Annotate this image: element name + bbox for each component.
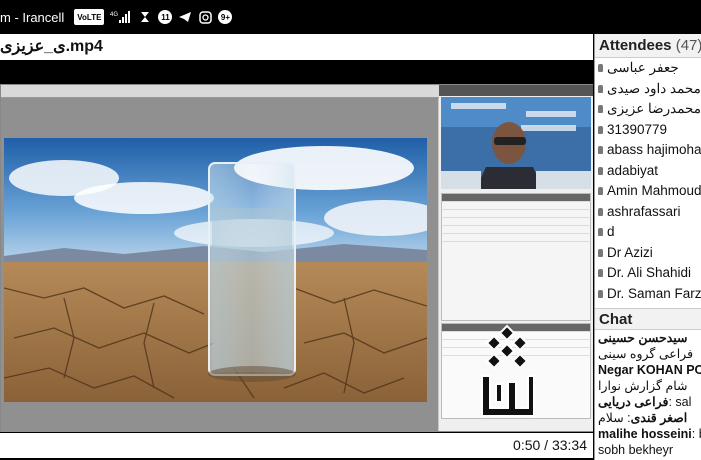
person-icon: [598, 146, 603, 155]
attendee-item[interactable]: محمد داود صیدی: [595, 79, 701, 100]
mini-attendee-pod: [441, 193, 591, 321]
person-icon: [598, 125, 603, 134]
chat-sender: فراعی دریایی: [598, 395, 669, 409]
chat-message: فراعی دریایی: sal: [595, 394, 701, 410]
person-icon: [598, 269, 603, 278]
chat-text: : sal: [668, 395, 692, 409]
screen: m - Irancell VoLTE 4G 11 9+ ی_عزیزی.mp4: [0, 0, 701, 460]
chat-text: : b: [691, 427, 701, 441]
chat-message: malihe hosseini: b: [595, 426, 701, 442]
chat-message: فراعی گروه سینی: [595, 346, 701, 362]
network-type-label: 4G: [110, 12, 118, 18]
notification-icon: 9+: [218, 10, 233, 24]
chat-sender: malihe hosseini: [598, 427, 692, 441]
person-icon: [598, 228, 603, 237]
mini-list-row: [442, 234, 590, 242]
attendees-header[interactable]: Attendees (47): [595, 34, 701, 58]
person-icon: [598, 64, 603, 73]
volte-icon: VoLTE: [74, 9, 105, 25]
attendees-label: Attendees: [599, 37, 672, 54]
attendee-item[interactable]: Amin Mahmoud: [595, 181, 701, 202]
mini-list-header: [442, 194, 590, 202]
share-pod: [1, 98, 438, 432]
attendee-item[interactable]: Dr Azizi: [595, 243, 701, 264]
chat-sender: سیدحسن حسینی: [598, 331, 688, 345]
attendee-name: d: [607, 224, 615, 239]
toolbar-band: [0, 60, 593, 84]
chat-message: شام گزارش نوارا: [595, 378, 701, 394]
chat-list: سیدحسن حسینی فراعی گروه سینی Negar KOHAN P…: [595, 330, 701, 460]
person-icon: [598, 207, 603, 216]
person-icon: [598, 187, 603, 196]
attendee-name: 31390779: [607, 121, 668, 137]
person-icon: [598, 105, 603, 114]
attendee-name: محمد داود صیدی: [607, 80, 701, 96]
university-logo: [478, 324, 536, 422]
status-bar: m - Irancell VoLTE 4G 11 9+: [0, 0, 701, 34]
chat-message: سیدحسن حسینی: [595, 330, 701, 346]
circle-11-icon: 11: [158, 10, 173, 24]
instagram-icon: [198, 9, 212, 25]
chat-message: اصغر قندی: سلام: [595, 410, 701, 426]
chat-header[interactable]: Chat: [595, 308, 701, 330]
attendee-name: Dr. Saman Farz: [607, 285, 701, 301]
attendee-item[interactable]: جعفر عباسی: [595, 58, 701, 79]
chat-message: sobh bekheyr: [595, 442, 701, 458]
person-icon: [598, 166, 603, 175]
attendee-item[interactable]: Dr. Saman Farz: [595, 284, 701, 305]
attendee-item[interactable]: محمدرضا عزیزی: [595, 99, 701, 120]
chat-text: sobh bekheyr: [598, 443, 674, 457]
video-title: ی_عزیزی.mp4: [0, 34, 593, 60]
slide-image: [4, 138, 427, 402]
chat-sender: اصغر قندی: [630, 411, 688, 425]
attendee-item[interactable]: 31390779: [595, 120, 701, 141]
mini-list-row: [442, 202, 590, 210]
person-icon: [598, 248, 603, 257]
mini-list-row: [442, 218, 590, 226]
attendee-item[interactable]: d: [595, 222, 701, 243]
time-separator: /: [540, 437, 552, 453]
x-icon: [138, 9, 152, 25]
attendee-name: Dr Azizi: [607, 244, 653, 260]
chat-text: : سلام: [598, 411, 631, 425]
presenter-video: [441, 97, 591, 189]
signal-icon: 4G: [110, 9, 132, 25]
person-icon: [598, 289, 603, 298]
person-icon: [598, 84, 603, 93]
chat-text: شام گزارش نوارا: [598, 379, 688, 393]
chat-message: Negar KOHAN PO: [595, 362, 701, 378]
mini-list-row: [442, 210, 590, 218]
attendee-name: ashrafassari: [607, 203, 681, 219]
attendee-item[interactable]: Dr. Ali Shahidi: [595, 263, 701, 284]
attendees-count: (47): [675, 37, 701, 54]
chat-sender: Negar KOHAN PO: [598, 363, 701, 377]
attendee-name: جعفر عباسی: [607, 60, 679, 75]
attendee-name: محمدرضا عزیزی: [607, 101, 701, 116]
chat-text: فراعی گروه سینی: [598, 347, 694, 361]
attendee-name: adabiyat: [607, 162, 659, 178]
carrier-label: m - Irancell: [0, 9, 65, 25]
attendee-item[interactable]: ashrafassari: [595, 202, 701, 223]
attendee-item[interactable]: adabiyat: [595, 161, 701, 182]
playback-bar[interactable]: 0:50 / 33:34: [0, 432, 593, 458]
current-time: 0:50: [513, 437, 541, 453]
right-panel: Attendees (47) جعفر عباسی محمد داود صیدی م…: [594, 34, 701, 460]
chat-label: Chat: [599, 311, 633, 328]
attendee-name: abass hajimoha: [607, 142, 701, 157]
attendees-list: جعفر عباسی محمد داود صیدی محمدرضا عزیزی 313…: [595, 58, 701, 304]
camera-pod-header: [439, 85, 593, 96]
attendee-name: Amin Mahmoud: [607, 183, 701, 198]
attendee-name: Dr. Ali Shahidi: [607, 265, 692, 280]
mini-list-row: [442, 226, 590, 234]
duration: 33:34: [551, 437, 587, 453]
telegram-icon: [178, 9, 192, 25]
attendee-item[interactable]: abass hajimoha: [595, 140, 701, 161]
playback-time: 0:50 / 33:34: [513, 433, 587, 457]
